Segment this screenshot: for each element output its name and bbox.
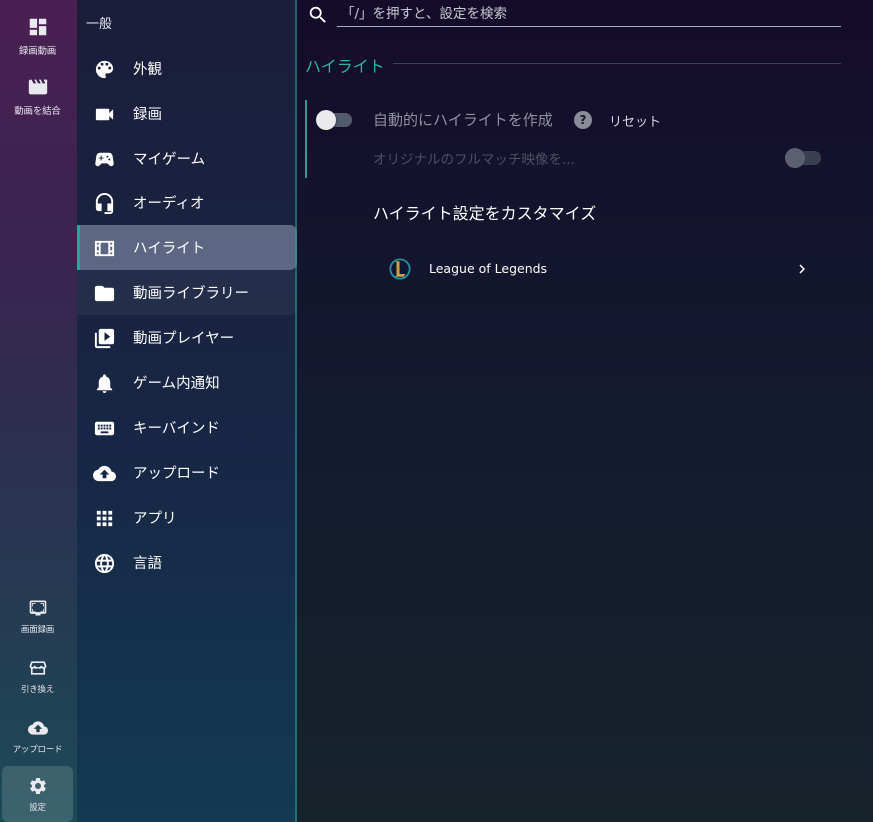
left-rail: 録画動画 動画を結合 画面録画 引き換え アップロード 設定 <box>0 0 77 822</box>
sidebar-item-in-game-notifications[interactable]: ゲーム内通知 <box>77 360 297 405</box>
settings-sidebar: 一般 外観 録画 マイゲーム オーディオ ハイライト 動画ライブラリー 動画プレ… <box>77 0 297 822</box>
clapperboard-icon <box>28 79 47 94</box>
sidebar-item-label: 動画プレイヤー <box>133 331 235 347</box>
rail-item-screen-capture[interactable]: 画面録画 <box>2 588 73 644</box>
sidebar-item-video-library[interactable]: 動画ライブラリー <box>77 270 297 315</box>
league-of-legends-logo <box>389 258 411 280</box>
game-row-league-of-legends[interactable]: League of Legends <box>381 250 821 288</box>
rail-label: 動画を結合 <box>14 105 61 117</box>
sidebar-item-label: アップロード <box>133 466 220 482</box>
bell-icon <box>93 372 116 395</box>
rail-item-upload[interactable]: アップロード <box>2 708 73 764</box>
rail-item-settings[interactable]: 設定 <box>2 766 73 822</box>
sidebar-item-label: キーバインド <box>133 421 220 437</box>
sidebar-section-title: 一般 <box>86 17 113 32</box>
main-content: ハイライト 自動的にハイライトを作成 ? リセット オリジナルのフルマッチ映像を… <box>297 0 873 822</box>
sidebar-item-language[interactable]: 言語 <box>77 540 297 585</box>
sidebar-item-appearance[interactable]: 外観 <box>77 46 297 91</box>
cloud-upload-icon <box>93 462 116 485</box>
sidebar-item-label: ゲーム内通知 <box>133 376 220 392</box>
rail-label: 設定 <box>29 802 46 813</box>
video-camera-icon <box>93 103 116 126</box>
film-icon <box>93 237 116 260</box>
rail-item-merge-videos[interactable]: 動画を結合 <box>2 68 73 124</box>
gear-icon <box>29 777 46 794</box>
rail-label: 録画動画 <box>18 45 57 57</box>
sidebar-item-label: ハイライト <box>133 241 206 257</box>
auto-highlight-toggle[interactable] <box>316 110 352 130</box>
rail-label: 引き換え <box>20 684 55 695</box>
keyboard-icon <box>93 417 116 440</box>
reset-button[interactable]: リセット <box>609 111 661 130</box>
sidebar-item-audio[interactable]: オーディオ <box>77 180 297 225</box>
customize-title: ハイライト設定をカスタマイズ <box>373 204 597 223</box>
folder-icon <box>93 282 116 305</box>
screen-capture-icon <box>29 600 46 615</box>
sidebar-item-highlights[interactable]: ハイライト <box>77 225 297 270</box>
palette-icon <box>93 58 116 81</box>
search-input[interactable] <box>337 2 841 27</box>
sidebar-item-recording[interactable]: 録画 <box>77 91 297 136</box>
globe-icon <box>93 552 116 575</box>
chevron-right-icon <box>793 260 811 278</box>
section-title: ハイライト <box>305 57 385 76</box>
sidebar-item-keybinds[interactable]: キーバインド <box>77 405 297 450</box>
auto-highlight-label: 自動的にハイライトを作成 <box>373 111 553 129</box>
sidebar-item-label: オーディオ <box>133 196 205 212</box>
dashboard-icon <box>29 18 46 35</box>
sidebar-item-video-player[interactable]: 動画プレイヤー <box>77 315 297 360</box>
rail-item-redeem[interactable]: 引き換え <box>2 648 73 704</box>
sidebar-item-upload[interactable]: アップロード <box>77 450 297 495</box>
rail-label: アップロード <box>12 744 63 755</box>
original-full-match-toggle[interactable] <box>785 148 821 168</box>
sidebar-item-label: アプリ <box>133 511 177 527</box>
accent-bar <box>305 100 307 178</box>
sidebar-item-my-games[interactable]: マイゲーム <box>77 136 297 181</box>
game-name: League of Legends <box>429 261 548 276</box>
apps-grid-icon <box>93 507 116 530</box>
section-divider <box>393 63 841 64</box>
original-full-match-label: オリジナルのフルマッチ映像を... <box>373 152 575 168</box>
sidebar-item-label: 外観 <box>133 62 162 78</box>
cloud-upload-icon <box>27 720 48 735</box>
gamepad-icon <box>93 148 116 171</box>
video-library-icon <box>93 327 116 350</box>
sidebar-item-label: 言語 <box>133 556 162 572</box>
sidebar-item-label: 録画 <box>133 107 162 123</box>
sidebar-item-apps[interactable]: アプリ <box>77 495 297 540</box>
toggle-knob <box>785 148 805 168</box>
toggle-knob <box>316 110 336 130</box>
search-icon <box>307 4 329 26</box>
rail-item-recordings[interactable]: 録画動画 <box>2 8 73 64</box>
rail-label: 画面録画 <box>20 624 55 635</box>
sidebar-item-label: 動画ライブラリー <box>133 286 249 302</box>
sidebar-item-label: マイゲーム <box>133 152 206 168</box>
store-icon <box>29 660 46 675</box>
help-icon[interactable]: ? <box>574 111 592 129</box>
headphones-icon <box>93 192 116 215</box>
